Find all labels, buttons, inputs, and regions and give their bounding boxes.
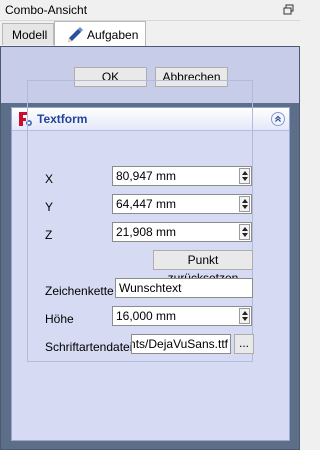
y-label: Y [45, 200, 54, 214]
z-label: Z [45, 228, 53, 242]
string-value: Wunschtext [119, 281, 182, 295]
float-window-icon[interactable] [282, 3, 296, 17]
pencil-icon [68, 27, 83, 42]
tab-model[interactable]: Modell [2, 23, 54, 45]
height-value: 16,000 mm [116, 309, 177, 323]
tab-bar: Modell Aufgaben [0, 20, 300, 46]
tab-tasks[interactable]: Aufgaben [54, 21, 146, 46]
x-label: X [45, 172, 54, 186]
task-panel: OK Abbrechen Textform [0, 46, 300, 450]
z-spin-arrows[interactable] [239, 224, 250, 240]
height-input[interactable]: 16,000 mm [112, 306, 252, 326]
tab-model-label: Modell [12, 28, 48, 42]
string-input[interactable]: Wunschtext [115, 278, 253, 298]
reset-point-button[interactable]: Punkt zurücksetzen [153, 250, 253, 285]
x-spin-arrows[interactable] [239, 168, 250, 184]
font-file-label: Schriftartendatei [45, 340, 133, 354]
x-input[interactable]: 80,947 mm [112, 166, 252, 186]
collapse-icon[interactable] [271, 112, 285, 126]
font-file-input[interactable]: nts/DejaVuSans.ttf [131, 334, 231, 354]
y-value: 64,447 mm [116, 197, 177, 211]
y-spin-arrows[interactable] [239, 196, 250, 212]
height-spin-arrows[interactable] [239, 308, 250, 324]
tab-tasks-label: Aufgaben [87, 28, 139, 42]
font-file-value: nts/DejaVuSans.ttf [131, 337, 228, 351]
y-input[interactable]: 64,447 mm [112, 194, 252, 214]
z-value: 21,908 mm [116, 225, 177, 239]
window-titlebar: Combo-Ansicht [0, 0, 300, 21]
height-label: Höhe [45, 312, 74, 326]
string-label: Zeichenkette [45, 284, 114, 298]
z-input[interactable]: 21,908 mm [112, 222, 252, 242]
x-value: 80,947 mm [116, 169, 177, 183]
browse-button[interactable]: ... [234, 334, 254, 354]
window-title: Combo-Ansicht [5, 3, 88, 17]
